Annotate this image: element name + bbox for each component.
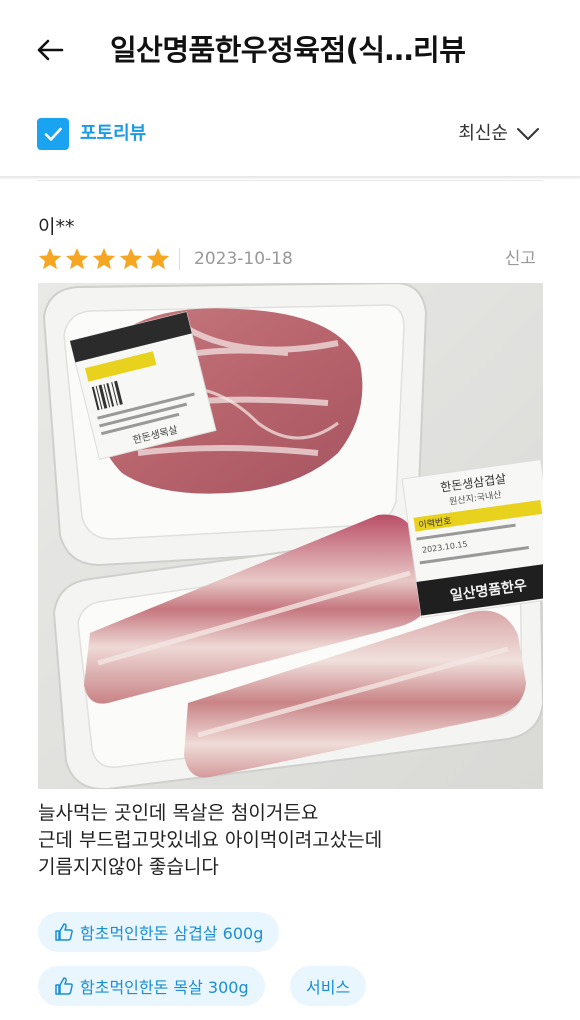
back-button[interactable] bbox=[30, 30, 70, 70]
review-line: 근데 부드럽고맛있네요 아이먹이려고샀는데 bbox=[38, 829, 383, 851]
review-line: 기름지지않아 좋습니다 bbox=[38, 856, 219, 878]
service-tag-label: 서비스 bbox=[306, 978, 351, 997]
review-date: 2023-10-18 bbox=[194, 249, 293, 269]
thumbs-up-icon bbox=[55, 977, 73, 995]
star-icon bbox=[38, 247, 62, 270]
menu-tag[interactable]: 함초먹인한돈 삼겹살 600g bbox=[38, 912, 280, 952]
thumbs-up-icon bbox=[55, 923, 73, 941]
sort-dropdown[interactable]: 최신순 bbox=[458, 120, 540, 148]
star-icon bbox=[119, 247, 143, 270]
menu-tag[interactable]: 함초먹인한돈 목살 300g bbox=[38, 966, 265, 1006]
photo-review-label[interactable]: 포토리뷰 bbox=[80, 120, 146, 148]
review-line: 늘사먹는 곳인데 목살은 첨이거든요 bbox=[38, 802, 319, 824]
star-icon bbox=[146, 247, 170, 270]
star-rating bbox=[37, 246, 171, 272]
page-title: 일산명품한우정육점(식…리뷰 bbox=[110, 33, 466, 67]
filter-divider bbox=[0, 176, 580, 179]
photo-review-checkbox[interactable] bbox=[37, 118, 69, 150]
menu-tag-label: 함초먹인한돈 삼겹살 600g bbox=[80, 924, 264, 943]
list-divider bbox=[37, 180, 543, 181]
review-photo[interactable]: 한돈생목살 한돈생삼겹살 원산지:국내산 이력번호 2023.10.15 일산명… bbox=[38, 283, 543, 789]
review-body: 늘사먹는 곳인데 목살은 첨이거든요 근데 부드럽고맛있네요 아이먹이려고샀는데… bbox=[38, 800, 543, 881]
service-tag[interactable]: 서비스 bbox=[290, 966, 367, 1006]
chevron-down-icon bbox=[517, 128, 539, 140]
reviewer-name: 이** bbox=[38, 216, 75, 238]
meat-photo-illustration: 한돈생목살 한돈생삼겹살 원산지:국내산 이력번호 2023.10.15 일산명… bbox=[38, 283, 543, 789]
star-icon bbox=[92, 247, 116, 270]
filter-bar: 포토리뷰 최신순 bbox=[0, 108, 580, 168]
meta-separator bbox=[179, 248, 180, 270]
star-icon bbox=[65, 247, 89, 270]
arrow-left-icon bbox=[37, 39, 64, 61]
menu-tag-label: 함초먹인한돈 목살 300g bbox=[80, 978, 249, 997]
sort-label: 최신순 bbox=[458, 123, 508, 144]
report-button[interactable]: 신고 bbox=[505, 245, 536, 273]
check-icon bbox=[44, 127, 62, 141]
app-header: 일산명품한우정육점(식…리뷰 bbox=[0, 0, 580, 100]
